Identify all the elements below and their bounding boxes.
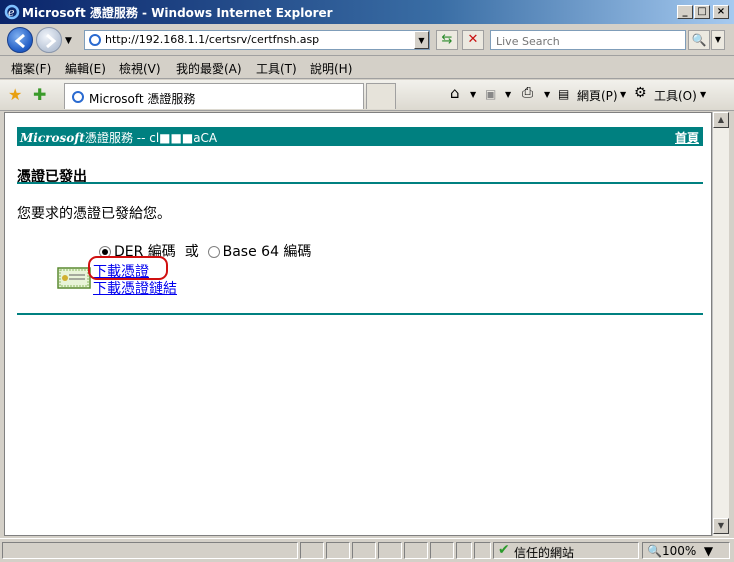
tools-menu-button[interactable]: 工具(O) <box>654 87 697 104</box>
security-zone[interactable]: ✔ 信任的網站 <box>493 542 639 560</box>
home-dropdown[interactable]: ▼ <box>470 90 476 99</box>
menu-file[interactable]: 檔案(F) <box>11 60 51 77</box>
base64-radio[interactable] <box>207 246 220 258</box>
maximize-button[interactable]: □ <box>694 5 710 19</box>
address-bar[interactable]: http://192.168.1.1/certsrv/certfnsh.asp <box>84 30 430 50</box>
page-menu-button[interactable]: 網頁(P) <box>577 87 618 104</box>
protected-mode-icon[interactable] <box>474 542 491 559</box>
menu-bar: 檔案(F) 編輯(E) 檢視(V) 我的最愛(A) 工具(T) 說明(H) <box>0 57 734 79</box>
new-tab-button[interactable] <box>366 83 396 109</box>
search-box[interactable] <box>490 30 686 50</box>
footer-divider <box>17 313 703 315</box>
home-icon[interactable]: ⌂ <box>450 84 460 102</box>
certificate-icon <box>57 267 91 289</box>
status-cell <box>326 542 350 559</box>
status-cell <box>456 542 472 559</box>
brand-rest: 憑證服務 -- cl■■■aCA <box>84 131 218 145</box>
brand-microsoft: Microsoft <box>20 131 85 145</box>
svg-text:e: e <box>8 6 15 19</box>
zoom-control[interactable]: 🔍100% ▼ <box>642 542 730 559</box>
search-input[interactable] <box>494 32 686 50</box>
print-dropdown[interactable]: ▼ <box>544 90 550 99</box>
ie-logo-icon: e <box>4 4 20 20</box>
menu-tools[interactable]: 工具(T) <box>256 60 297 77</box>
service-name: Microsoft憑證服務 -- cl■■■aCA <box>20 129 217 146</box>
scroll-up-button[interactable]: ▲ <box>713 112 729 128</box>
title-bar: e Microsoft 憑證服務 - Windows Internet Expl… <box>0 0 734 24</box>
vertical-scrollbar[interactable]: ▲ ▼ <box>712 112 729 536</box>
address-toolbar: ▼ http://192.168.1.1/certsrv/certfnsh.as… <box>0 24 734 56</box>
page-content: Microsoft憑證服務 -- cl■■■aCA 首頁 憑證已發出 您要求的憑… <box>4 112 712 536</box>
favorites-center-icon[interactable]: ★ <box>8 85 22 104</box>
rss-dropdown[interactable]: ▼ <box>505 90 511 99</box>
cert-service-header: Microsoft憑證服務 -- cl■■■aCA 首頁 <box>17 127 703 146</box>
back-button[interactable] <box>7 27 33 53</box>
home-link[interactable]: 首頁 <box>675 129 699 146</box>
status-cell <box>430 542 454 559</box>
checkmark-icon: ✔ <box>498 542 510 558</box>
tools-menu-dropdown[interactable]: ▼ <box>700 90 706 99</box>
search-button[interactable]: 🔍 <box>688 30 710 50</box>
search-options-dropdown[interactable]: ▼ <box>711 30 725 50</box>
arrow-left-icon <box>14 33 25 49</box>
menu-help[interactable]: 說明(H) <box>310 60 352 77</box>
print-icon[interactable]: ⎙ <box>522 85 533 101</box>
address-url[interactable]: http://192.168.1.1/certsrv/certfnsh.asp <box>105 33 319 46</box>
recent-pages-dropdown[interactable]: ▼ <box>65 36 72 46</box>
tab-label: Microsoft 憑證服務 <box>89 92 196 106</box>
forward-button[interactable] <box>36 27 62 53</box>
base64-label: Base 64 編碼 <box>222 244 312 260</box>
zoom-label: 🔍100% ▼ <box>647 544 714 558</box>
page-icon <box>89 34 101 46</box>
close-button[interactable]: × <box>713 5 729 19</box>
issued-message: 您要求的憑證已發給您。 <box>17 206 171 222</box>
refresh-button[interactable]: ⇆ <box>436 30 458 50</box>
arrow-right-icon <box>46 33 57 49</box>
magnifier-icon: 🔍 <box>691 33 707 47</box>
page-menu-dropdown[interactable]: ▼ <box>620 90 626 99</box>
page-menu-icon: ▤ <box>558 87 570 101</box>
status-cell <box>352 542 376 559</box>
download-certificate-chain-link[interactable]: 下載憑證鏈結 <box>93 278 177 298</box>
status-text-cell <box>2 542 298 559</box>
zoom-value: 100% <box>661 544 697 558</box>
minimize-button[interactable]: _ <box>677 5 693 19</box>
address-dropdown-button[interactable]: ▼ <box>414 31 429 49</box>
ie-page-icon <box>72 91 84 103</box>
window-title: Microsoft 憑證服務 - Windows Internet Explor… <box>22 6 333 20</box>
stop-button[interactable]: ✕ <box>462 30 484 50</box>
rss-feed-icon[interactable]: ▣ <box>485 87 496 101</box>
menu-view[interactable]: 檢視(V) <box>119 60 161 77</box>
title-divider <box>17 182 703 184</box>
highlight-annotation <box>88 256 168 280</box>
add-favorites-icon[interactable]: ✚ <box>33 85 46 104</box>
gear-icon: ⚙ <box>634 85 647 101</box>
zone-label: 信任的網站 <box>514 546 575 560</box>
stop-icon: ✕ <box>467 32 479 47</box>
status-cell <box>404 542 428 559</box>
status-cell <box>300 542 324 559</box>
or-label: 或 <box>184 244 199 260</box>
refresh-icon: ⇆ <box>441 32 453 47</box>
scroll-down-button[interactable]: ▼ <box>713 518 729 534</box>
status-cell <box>378 542 402 559</box>
menu-favorites[interactable]: 我的最愛(A) <box>176 60 242 77</box>
menu-edit[interactable]: 編輯(E) <box>65 60 106 77</box>
command-bar: ★ ✚ Microsoft 憑證服務 ⌂ ▼ ▣ ▼ ⎙ ▼ ▤ 網頁(P) ▼… <box>0 80 734 111</box>
status-bar: ✔ 信任的網站 🔍100% ▼ <box>0 538 734 562</box>
tab-active[interactable]: Microsoft 憑證服務 <box>64 83 364 109</box>
